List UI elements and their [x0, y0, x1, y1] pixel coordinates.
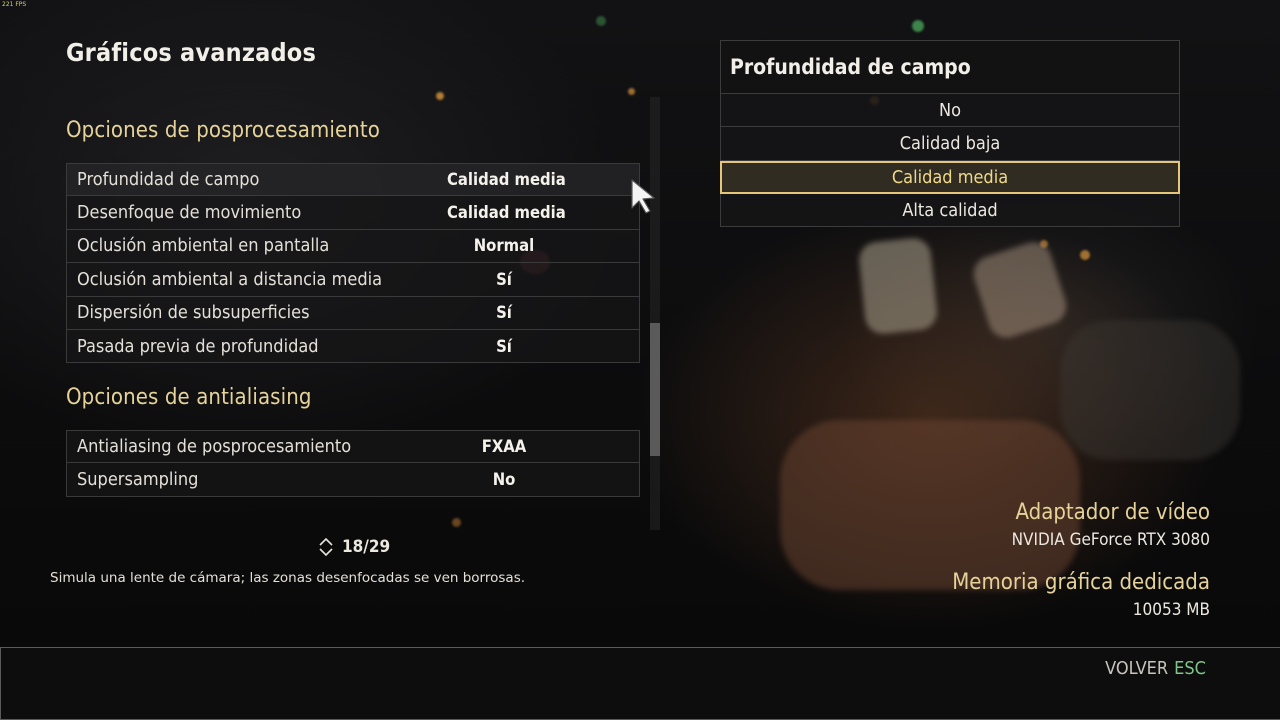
option-row-ssao[interactable]: Oclusión ambiental en pantalla Normal [66, 229, 640, 264]
dropdown-option-no[interactable]: No [720, 94, 1180, 128]
dropdown-title: Profundidad de campo [730, 55, 971, 79]
option-value: Sí [496, 336, 512, 356]
option-row-postprocess-antialiasing[interactable]: Antialiasing de posprocesamiento FXAA [66, 430, 640, 464]
dropdown-option-medium-quality[interactable]: Calidad media [720, 160, 1180, 194]
option-label: Desenfoque de movimiento [77, 202, 302, 224]
fps-counter: 221 FPS [2, 1, 27, 8]
postprocessing-options-list: Profundidad de campo Calidad media Desen… [66, 163, 640, 364]
dropdown-header: Profundidad de campo [720, 40, 1180, 94]
mouse-cursor-icon [631, 179, 655, 214]
page-title: Gráficos avanzados [66, 38, 317, 67]
dedicated-memory-value: 10053 MB [1132, 600, 1210, 620]
section-title-postprocessing: Opciones de posprocesamiento [66, 118, 380, 143]
option-label: Profundidad de campo [77, 169, 260, 191]
back-label: VOLVER [1105, 658, 1169, 679]
video-adapter-label: Adaptador de vídeo [1015, 500, 1211, 525]
option-value: Sí [496, 269, 512, 289]
dropdown-option-high-quality[interactable]: Alta calidad [720, 193, 1180, 228]
option-label: Pasada previa de profundidad [77, 335, 319, 357]
option-label: Antialiasing de posprocesamiento [77, 436, 352, 458]
option-row-subsurface-scattering[interactable]: Dispersión de subsuperficies Sí [66, 296, 640, 330]
section-title-antialiasing: Opciones de antialiasing [66, 385, 312, 410]
option-row-mid-distance-ao[interactable]: Oclusión ambiental a distancia media Sí [66, 263, 640, 297]
footer-bar [0, 647, 1280, 720]
dedicated-memory-label: Memoria gráfica dedicada [952, 570, 1210, 595]
option-row-supersampling[interactable]: Supersampling No [66, 463, 640, 497]
option-row-depth-of-field[interactable]: Profundidad de campo Calidad media [66, 163, 640, 197]
option-row-motion-blur[interactable]: Desenfoque de movimiento Calidad media [66, 196, 640, 230]
option-value: Calidad media [447, 203, 566, 223]
option-row-depth-prepass[interactable]: Pasada previa de profundidad Sí [66, 329, 640, 364]
option-value: FXAA [481, 437, 527, 457]
option-value: No [492, 470, 516, 490]
option-label: Oclusión ambiental en pantalla [77, 235, 330, 257]
video-adapter-value: NVIDIA GeForce RTX 3080 [1011, 530, 1210, 550]
pager: 18/29 [318, 537, 390, 557]
option-value: Calidad media [447, 170, 566, 190]
up-down-chevron-icon [319, 537, 333, 557]
antialiasing-options-list: Antialiasing de posprocesamiento FXAA Su… [66, 430, 640, 497]
option-value: Normal [473, 236, 535, 256]
back-button[interactable]: VOLVER ESC [1105, 658, 1206, 679]
scrollbar-thumb[interactable] [650, 323, 660, 456]
option-label: Oclusión ambiental a distancia media [77, 268, 383, 290]
back-key-hint: ESC [1174, 658, 1206, 679]
option-description: Simula una lente de cámara; las zonas de… [50, 570, 526, 586]
options-scrollbar[interactable] [650, 97, 660, 530]
option-value: Sí [496, 303, 512, 323]
dropdown-option-low-quality[interactable]: Calidad baja [720, 127, 1180, 161]
depth-of-field-dropdown: Profundidad de campo No Calidad baja Cal… [720, 40, 1180, 228]
option-label: Supersampling [77, 469, 199, 491]
option-label: Dispersión de subsuperficies [77, 302, 310, 324]
page-counter: 18/29 [342, 537, 391, 557]
